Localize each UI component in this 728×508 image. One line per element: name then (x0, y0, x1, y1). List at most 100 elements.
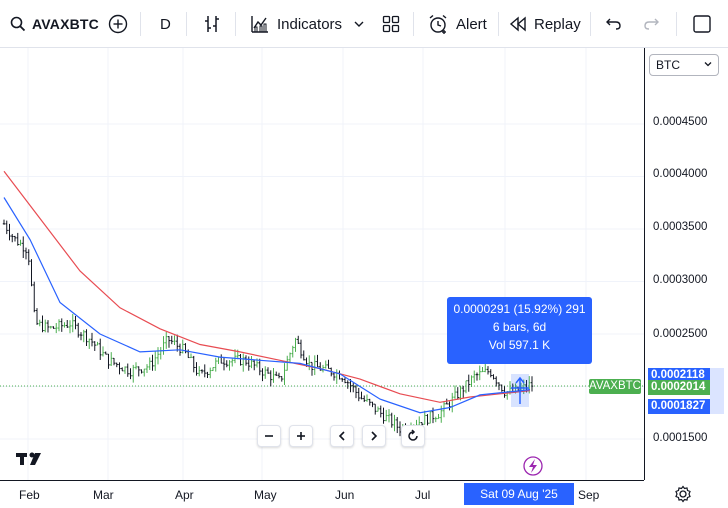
ohlc-bar (195, 362, 198, 376)
symbol-search[interactable]: AVAXBTC (10, 8, 99, 40)
ohlc-bar (462, 385, 465, 398)
alarm-clock-icon (429, 14, 447, 34)
ohlc-bar (327, 359, 330, 369)
indicators-dropdown[interactable] (354, 8, 364, 40)
chart-type-button[interactable] (203, 8, 221, 40)
undo-button[interactable] (605, 8, 623, 40)
price-tick: 0.0003500 (653, 221, 708, 233)
ohlc-bar (79, 332, 83, 341)
month-label: Feb (19, 488, 40, 502)
ohlc-bar (299, 339, 303, 359)
ohlc-bar (470, 375, 473, 388)
compare-button[interactable] (108, 8, 128, 40)
ohlc-bar (189, 353, 193, 359)
scroll-right-button[interactable] (362, 425, 386, 447)
ohlc-bar (275, 371, 278, 376)
lightning-icon[interactable] (523, 456, 543, 476)
ohlc-bar (239, 354, 242, 366)
ohlc-bar (266, 367, 270, 374)
top-toolbar: AVAXBTC D Indicators Alert Replay (0, 0, 728, 48)
ohlc-bar (283, 363, 286, 386)
ohlc-bar (368, 398, 371, 406)
ohlc-bar (456, 387, 459, 400)
ohlc-bar (184, 343, 187, 354)
ohlc-bar (385, 409, 388, 422)
ohlc-bar (478, 365, 481, 381)
moving-average-red (3, 170, 531, 403)
ohlc-bar (55, 323, 58, 334)
ohlc-bar (68, 320, 72, 334)
indicators-button[interactable]: Indicators (250, 8, 342, 40)
ohlc-bar (473, 370, 476, 383)
ohlc-bar (129, 368, 132, 380)
ohlc-bar (437, 414, 440, 420)
ohlc-bar (448, 401, 451, 411)
ohlc-bar (302, 350, 305, 361)
ohlc-bar (489, 369, 492, 378)
ohlc-bar (115, 362, 118, 368)
ohlc-bar (269, 370, 272, 387)
toolbar-divider (590, 12, 591, 36)
layouts-button[interactable] (382, 8, 400, 40)
ohlc-bar (434, 416, 437, 423)
ohlc-bar (19, 239, 22, 246)
ohlc-bar (352, 383, 355, 393)
ohlc-bar (57, 319, 61, 332)
alert-button[interactable]: Alert (428, 8, 487, 40)
ohlc-bar (162, 336, 165, 355)
ohlc-bar (121, 367, 124, 372)
ohlc-bar (217, 356, 220, 365)
settings-button[interactable] (674, 485, 692, 508)
chart-pane[interactable] (0, 48, 644, 480)
ohlc-bar (272, 367, 275, 383)
ohlc-bar (22, 236, 25, 259)
month-label: Mar (93, 488, 114, 502)
ohlc-bar (181, 339, 184, 354)
indicators-icon (251, 16, 268, 33)
chevron-right-icon (371, 431, 378, 441)
ohlc-bar (360, 391, 363, 400)
interval-button[interactable]: D (160, 8, 171, 40)
ohlc-bar (71, 313, 74, 333)
ohlc-bar (165, 331, 168, 349)
ohlc-bar (242, 353, 245, 372)
ohlc-bar (316, 354, 319, 368)
ohlc-bar (492, 374, 495, 380)
ohlc-bar (200, 369, 204, 374)
ohlc-bar (291, 345, 294, 358)
price-axis[interactable]: BTC 0.0004500 0.0004000 0.0003500 0.0003… (644, 48, 728, 480)
ohlc-bar (294, 337, 297, 352)
redo-button[interactable] (642, 8, 660, 40)
zoom-in-button[interactable] (289, 425, 313, 447)
reset-chart-button[interactable] (401, 425, 425, 447)
ohlc-bar (88, 338, 91, 349)
chart-grid (0, 48, 644, 480)
fullscreen-button[interactable] (692, 8, 712, 40)
ohlc-bar (24, 247, 28, 260)
interval-label: D (160, 15, 171, 33)
ohlc-bar (220, 354, 223, 364)
ohlc-bar (244, 355, 248, 366)
currency-select[interactable]: BTC (649, 54, 719, 76)
ohlc-bar (277, 372, 281, 379)
ohlc-bar (297, 335, 300, 344)
zoom-out-button[interactable] (257, 425, 281, 447)
measure-line-1: 0.0000291 (15.92%) 291 (453, 302, 586, 316)
gear-icon (675, 485, 691, 503)
ohlc-bar (211, 367, 215, 372)
replay-button[interactable]: Replay (509, 8, 581, 40)
crosshair-date-tag: Sat 09 Aug '25 (464, 483, 574, 505)
ohlc-bar (151, 354, 154, 371)
ohlc-bar (167, 336, 171, 348)
ohlc-bar (134, 362, 138, 370)
ohlc-bar (280, 376, 283, 382)
ohlc-bar (30, 259, 33, 287)
plus-icon (297, 432, 305, 440)
square-icon (693, 15, 711, 33)
ohlc-bar (264, 366, 267, 379)
rewind-icon (509, 16, 526, 32)
ohlc-bar (132, 364, 135, 383)
ohlc-bar (118, 362, 121, 375)
price-chart[interactable] (0, 48, 644, 480)
scroll-left-button[interactable] (330, 425, 354, 447)
